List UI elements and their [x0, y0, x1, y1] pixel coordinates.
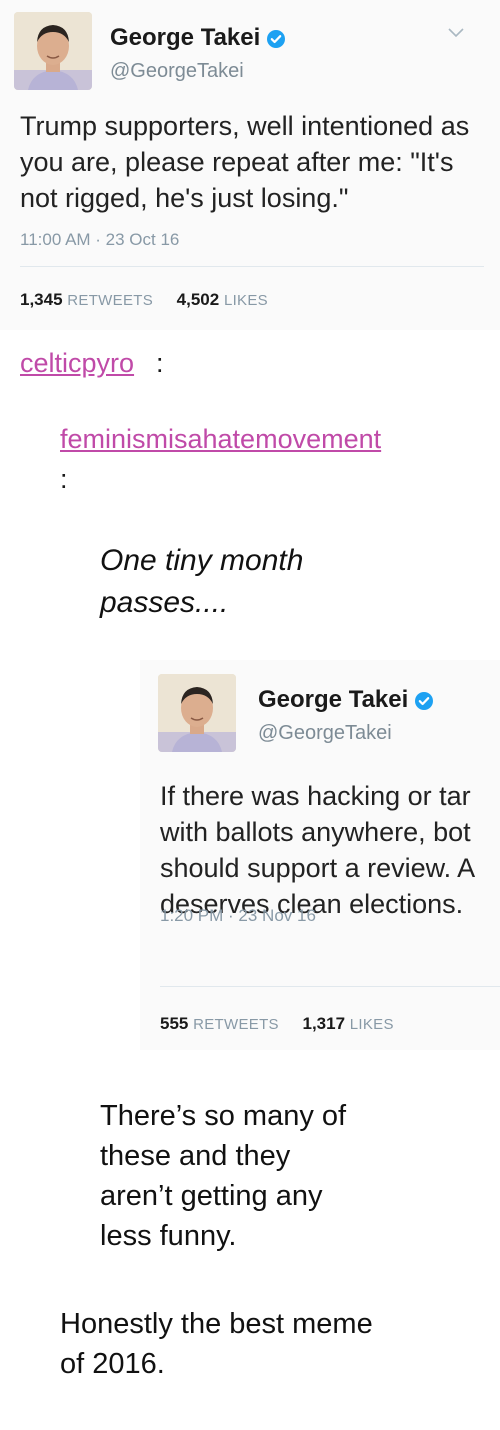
username-link-celticpyro[interactable]: celticpyro [20, 348, 134, 379]
retweets-count[interactable]: 555 [160, 1014, 188, 1033]
comment-line: There’s so many of [100, 1100, 347, 1132]
italic-caption: One tiny month passes.... [100, 540, 360, 624]
author-name-text[interactable]: George Takei [258, 686, 408, 713]
tweet-stats: 1,345 RETWEETS 4,502 LIKES [20, 290, 268, 310]
caption-line: passes.... [100, 586, 229, 619]
divider [20, 266, 484, 267]
verified-badge-icon [415, 691, 434, 710]
chevron-down-icon[interactable] [446, 26, 466, 40]
embedded-tweet-2: George Takei @GeorgeTakei If there was h… [140, 660, 500, 1050]
tweet-stats: 555 RETWEETS 1,317 LIKES [160, 1014, 394, 1034]
tweet-text: If there was hacking or tar with ballots… [160, 778, 500, 922]
likes-count[interactable]: 4,502 [177, 290, 220, 309]
final-comment: Honestly the best meme of 2016. [60, 1304, 440, 1384]
avatar[interactable] [158, 674, 236, 752]
divider [160, 986, 500, 987]
author-name[interactable]: George Takei [110, 24, 286, 52]
comment-line: Honestly the best meme [60, 1308, 373, 1340]
username-colon: : [60, 464, 68, 494]
embedded-tweet-1: George Takei @GeorgeTakei Trump supporte… [0, 0, 500, 330]
comment-line: less funny. [100, 1220, 237, 1252]
author-name[interactable]: George Takei [258, 686, 434, 714]
retweets-label: RETWEETS [67, 292, 154, 309]
comment-line: these and they [100, 1140, 291, 1172]
verified-badge-icon [267, 29, 286, 48]
caption-line: One tiny month [100, 544, 304, 577]
comment-line: of 2016. [60, 1348, 165, 1380]
tweet-text-line: should support a review. A [160, 853, 476, 883]
avatar[interactable] [14, 12, 92, 90]
author-handle[interactable]: @GeorgeTakei [258, 722, 392, 745]
likes-label: LIKES [223, 292, 268, 309]
tweet-timestamp[interactable]: 11:00 AM · 23 Oct 16 [20, 230, 179, 250]
reblog-comment: There’s so many of these and they aren’t… [100, 1096, 400, 1256]
avatar-photo [14, 12, 92, 90]
username-colon: : [156, 348, 164, 378]
avatar-photo [158, 674, 236, 752]
comment-line: aren’t getting any [100, 1180, 323, 1212]
author-handle[interactable]: @GeorgeTakei [110, 60, 244, 83]
likes-label: LIKES [349, 1016, 394, 1033]
retweets-count[interactable]: 1,345 [20, 290, 63, 309]
tweet-timestamp[interactable]: 1:20 PM · 23 Nov 16 [160, 906, 316, 926]
tweet-text-line: If there was hacking or tar [160, 781, 471, 811]
author-name-text[interactable]: George Takei [110, 24, 260, 51]
likes-count[interactable]: 1,317 [302, 1014, 345, 1033]
username-link-feminismisahatemovement[interactable]: feminismisahatemovement [60, 424, 381, 455]
retweets-label: RETWEETS [193, 1016, 279, 1033]
tweet-text-line: with ballots anywhere, bot [160, 817, 471, 847]
tweet-text-line: not rigged, he's just losing." [20, 183, 349, 213]
tweet-text-line: Trump supporters, well intentioned as [20, 111, 470, 141]
tweet-text-line: you are, please repeat after me: "It's [20, 147, 454, 177]
tweet-text: Trump supporters, well intentioned as yo… [20, 108, 490, 216]
